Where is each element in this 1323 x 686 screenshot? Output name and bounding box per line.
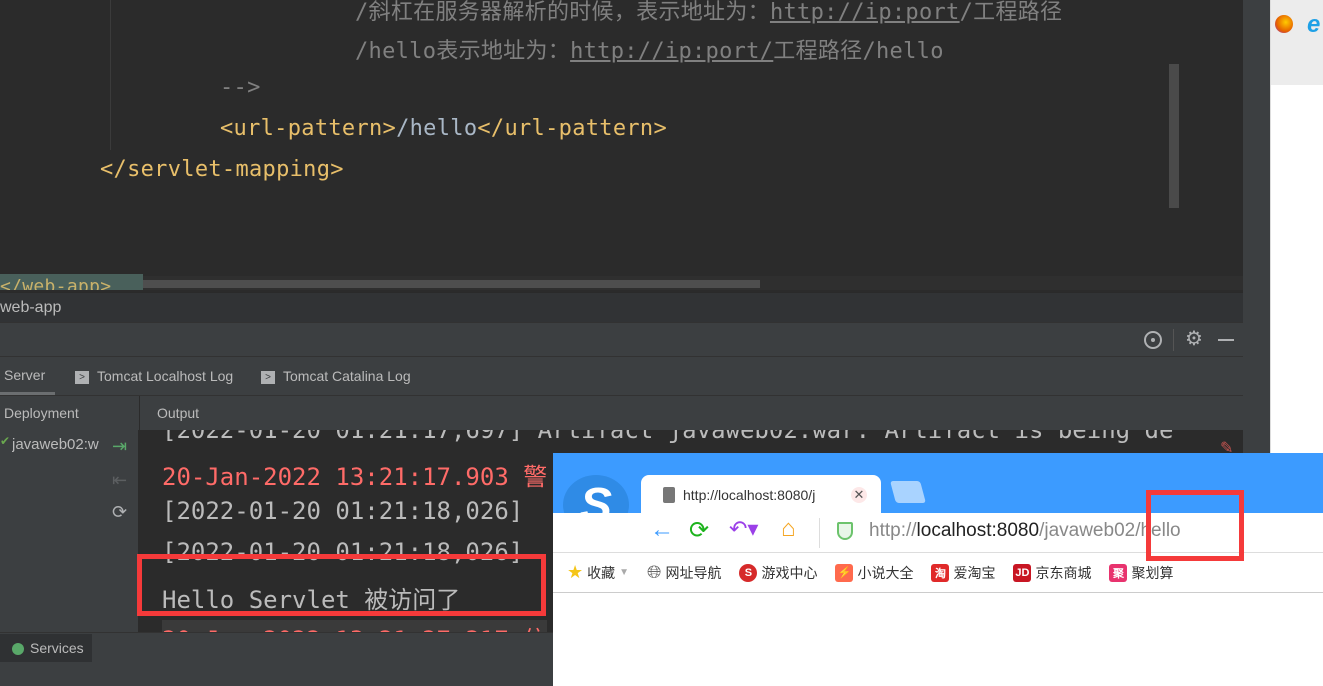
taobao-icon: 淘	[931, 563, 950, 582]
check-icon: ✔	[0, 434, 11, 448]
log-line: 20-Jan-2022 13:21:17.903 警	[162, 463, 548, 491]
home-icon[interactable]: ⌂	[781, 515, 796, 543]
code-editor[interactable]: /斜杠在服务器解析的时候，表示地址为：http://ip:port/工程路径 /…	[0, 0, 1243, 292]
background-window: e	[1270, 0, 1323, 455]
code-line: -->	[220, 75, 261, 100]
services-tabs: Server > Tomcat Localhost Log > Tomcat Cat…	[0, 356, 1243, 395]
faded-line: </web-app>	[0, 274, 143, 290]
gear-icon[interactable]: ⚙	[1185, 326, 1203, 351]
services-tool-tab[interactable]: Services	[0, 634, 92, 662]
bookmark-item[interactable]: 🌐︎ 网址导航	[647, 562, 721, 583]
tab-tomcat-catalina-log[interactable]: > Tomcat Catalina Log	[261, 357, 411, 395]
bookmark-item[interactable]: 淘爱淘宝	[931, 563, 995, 583]
code-line: </servlet-mapping>	[100, 157, 344, 182]
log-line: [2022-01-20 01:21:17,697] Artifact javaw…	[162, 430, 1174, 444]
firefox-icon[interactable]	[1275, 15, 1293, 33]
horizontal-scrollbar-track[interactable]: </web-app>	[0, 274, 1243, 290]
side-strip	[1243, 0, 1270, 455]
target-icon[interactable]	[1144, 331, 1162, 349]
console-icon: >	[261, 370, 275, 384]
bookmark-item[interactable]: ⚡ 小说大全	[835, 563, 913, 583]
console-icon: >	[75, 370, 89, 384]
juhuasuan-icon: 聚	[1109, 563, 1128, 582]
page-icon	[663, 487, 675, 503]
security-shield-icon	[837, 522, 853, 540]
output-header: Output	[157, 405, 200, 421]
undeploy-icon[interactable]: ⇤	[112, 470, 127, 491]
globe-icon: 🌐︎	[647, 562, 662, 582]
services-icon	[12, 643, 24, 656]
highlight-box-url	[1146, 490, 1244, 561]
indent-guide	[110, 0, 111, 150]
code-line: /hello表示地址为：http://ip:port/工程路径/hello	[355, 39, 944, 64]
address-bar[interactable]: http://localhost:8080/javaweb02/hello	[869, 520, 1181, 542]
close-tab-icon[interactable]: ✕	[851, 487, 867, 503]
deploy-icon[interactable]: ⇥	[112, 436, 127, 457]
horizontal-scrollbar-thumb[interactable]	[143, 280, 760, 288]
code-line: <url-pattern>/hello</url-pattern>	[220, 116, 668, 141]
panel-headers: Deployment Output	[0, 395, 1243, 431]
log-line: 20-Jan-2022 13:21:27.317 信	[162, 620, 548, 632]
deployment-item[interactable]: javaweb02:w	[12, 436, 104, 453]
ie-icon[interactable]: e	[1307, 11, 1320, 39]
minimize-icon[interactable]	[1218, 339, 1234, 341]
back-icon[interactable]: ←	[650, 516, 674, 544]
bookmark-item[interactable]: JD 京东商城	[1013, 563, 1091, 583]
breadcrumb[interactable]: web-app	[0, 292, 1243, 322]
bookmark-item[interactable]: 聚聚划算	[1109, 563, 1173, 583]
undo-icon[interactable]: ↶▾	[729, 516, 758, 542]
deployment-panel: ✔ javaweb02:w ⇥ ⇤ ⟳	[0, 430, 139, 632]
browser-window: S http://localhost:8080/j ✕ ← ⟳ ↶▾ ⌂ htt…	[553, 453, 1323, 686]
toolbar-divider	[1173, 329, 1174, 351]
novel-icon: ⚡	[835, 563, 854, 582]
vertical-scrollbar[interactable]	[1169, 64, 1179, 208]
services-toolbar: ⚙	[0, 322, 1243, 356]
bookmark-item[interactable]: S 游戏中心	[739, 563, 817, 583]
game-icon: S	[739, 563, 758, 582]
star-icon: ★	[567, 562, 584, 582]
browser-tab[interactable]: http://localhost:8080/j ✕	[641, 475, 881, 515]
jd-icon: JD	[1013, 563, 1032, 582]
tab-tomcat-localhost-log[interactable]: > Tomcat Localhost Log	[75, 357, 233, 395]
code-line: /斜杠在服务器解析的时候，表示地址为：http://ip:port/工程路径	[355, 0, 1063, 25]
highlight-box-output	[137, 554, 546, 616]
bookmark-item[interactable]: ★ 收藏 ▼	[567, 562, 629, 583]
reload-icon[interactable]: ⟳	[689, 516, 709, 545]
new-tab-button[interactable]	[890, 481, 926, 503]
log-line: [2022-01-20 01:21:18,026]	[162, 497, 524, 525]
tab-server[interactable]: Server	[0, 357, 55, 395]
refresh-icon[interactable]: ⟳	[112, 502, 127, 523]
deployment-header: Deployment	[4, 405, 79, 421]
